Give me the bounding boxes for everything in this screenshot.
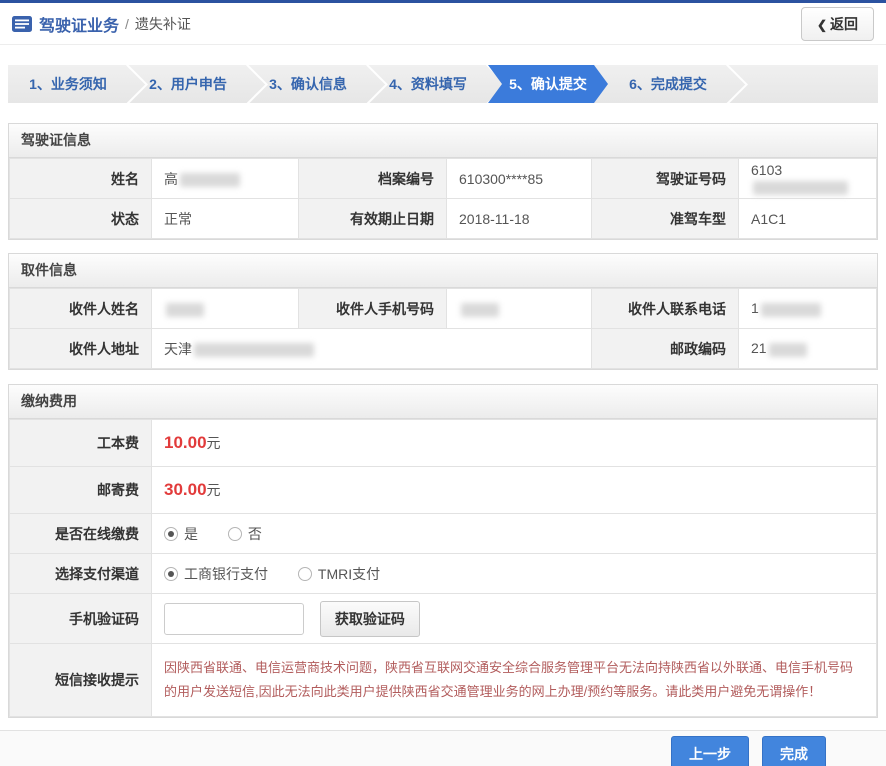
step-5-confirm-submit-active[interactable]: 5、确认提交 — [488, 65, 608, 103]
previous-step-button[interactable]: 上一步 — [671, 736, 749, 766]
table-row: 选择支付渠道 工商银行支付 TMRI支付 — [10, 554, 877, 594]
name-value: 高 — [152, 159, 299, 199]
status-value: 正常 — [152, 199, 299, 239]
pickup-section-title: 取件信息 — [9, 254, 877, 288]
license-section-title: 驾驶证信息 — [9, 124, 877, 158]
step-6-label: 6、完成提交 — [629, 74, 707, 94]
work-fee-unit: 元 — [207, 435, 221, 451]
work-fee-label: 工本费 — [10, 420, 152, 467]
step-1-label: 1、业务须知 — [29, 74, 107, 94]
table-row: 工本费 10.00元 — [10, 420, 877, 467]
address-value: 天津 — [152, 329, 592, 369]
name-label: 姓名 — [10, 159, 152, 199]
zip-value: 21 — [739, 329, 877, 369]
sms-notice-text: 因陕西省联通、电信运营商技术问题，陕西省互联网交通安全综合服务管理平台无法向持陕… — [164, 644, 876, 716]
step-4-label: 4、资料填写 — [389, 74, 467, 94]
vehicle-label: 准驾车型 — [592, 199, 739, 239]
mobile-label: 收件人手机号码 — [299, 289, 447, 329]
vehicle-value: A1C1 — [739, 199, 877, 239]
online-yes-label: 是 — [184, 526, 198, 542]
step-2-label: 2、用户申告 — [149, 74, 227, 94]
mail-fee-label: 邮寄费 — [10, 467, 152, 514]
pay-channel-label: 选择支付渠道 — [10, 554, 152, 594]
mail-fee-value: 30.00元 — [152, 467, 877, 514]
license-info-section: 驾驶证信息 姓名 高 档案编号 610300****85 驾驶证号码 6103 … — [8, 123, 878, 240]
icbc-pay-radio[interactable] — [164, 567, 178, 581]
phone-label: 收件人联系电话 — [592, 289, 739, 329]
step-6-complete[interactable]: 6、完成提交 — [608, 65, 728, 103]
step-1-notice[interactable]: 1、业务须知 — [8, 65, 128, 103]
license-no-label: 驾驶证号码 — [592, 159, 739, 199]
captcha-cell: 获取验证码 — [152, 594, 877, 644]
table-row: 收件人地址 天津 邮政编码 21 — [10, 329, 877, 369]
back-button[interactable]: ❮返回 — [801, 7, 874, 41]
pay-channel-options: 工商银行支付 TMRI支付 — [152, 554, 877, 594]
breadcrumb-current: 遗失补证 — [135, 14, 191, 34]
mail-fee-unit: 元 — [207, 482, 221, 498]
redacted-phone — [761, 303, 821, 317]
back-button-label: 返回 — [830, 16, 858, 32]
recipient-label: 收件人姓名 — [10, 289, 152, 329]
fees-section: 缴纳费用 工本费 10.00元 邮寄费 30.00元 是否在线缴费 是 否 选择… — [8, 384, 878, 718]
online-no-radio[interactable] — [228, 527, 242, 541]
address-label: 收件人地址 — [10, 329, 152, 369]
file-no-label: 档案编号 — [299, 159, 447, 199]
icbc-pay-label: 工商银行支付 — [184, 566, 268, 582]
pickup-info-section: 取件信息 收件人姓名 收件人手机号码 收件人联系电话 1 收件人地址 天津 邮政… — [8, 253, 878, 370]
step-bar-filler — [728, 65, 878, 103]
table-row: 收件人姓名 收件人手机号码 收件人联系电话 1 — [10, 289, 877, 329]
zip-label: 邮政编码 — [592, 329, 739, 369]
fees-section-title: 缴纳费用 — [9, 385, 877, 419]
redacted-name — [180, 173, 240, 187]
expiry-label: 有效期止日期 — [299, 199, 447, 239]
redacted-address — [194, 343, 314, 357]
sms-notice-cell: 因陕西省联通、电信运营商技术问题，陕西省互联网交通安全综合服务管理平台无法向持陕… — [152, 644, 877, 717]
captcha-input[interactable] — [164, 603, 304, 635]
expiry-value: 2018-11-18 — [447, 199, 592, 239]
mobile-value — [447, 289, 592, 329]
tmri-pay-label: TMRI支付 — [318, 566, 380, 582]
footer-action-bar: 上一步 完成 — [0, 730, 886, 766]
work-fee-value: 10.00元 — [152, 420, 877, 467]
pickup-info-table: 收件人姓名 收件人手机号码 收件人联系电话 1 收件人地址 天津 邮政编码 21 — [9, 288, 877, 369]
license-no-value: 6103 — [739, 159, 877, 199]
online-no-label: 否 — [248, 526, 262, 542]
table-row: 邮寄费 30.00元 — [10, 467, 877, 514]
status-label: 状态 — [10, 199, 152, 239]
table-row: 姓名 高 档案编号 610300****85 驾驶证号码 6103 — [10, 159, 877, 199]
tmri-pay-radio[interactable] — [298, 567, 312, 581]
page-title: 驾驶证业务 — [39, 12, 119, 36]
work-fee-amount: 10.00 — [164, 433, 207, 452]
table-row: 短信接收提示 因陕西省联通、电信运营商技术问题，陕西省互联网交通安全综合服务管理… — [10, 644, 877, 717]
fees-table: 工本费 10.00元 邮寄费 30.00元 是否在线缴费 是 否 选择支付渠道 … — [9, 419, 877, 717]
step-5-label: 5、确认提交 — [509, 74, 587, 94]
table-row: 状态 正常 有效期止日期 2018-11-18 准驾车型 A1C1 — [10, 199, 877, 239]
redacted-zip — [769, 343, 807, 357]
online-yes-radio[interactable] — [164, 527, 178, 541]
step-progress-bar: 1、业务须知 2、用户申告 3、确认信息 4、资料填写 5、确认提交 6、完成提… — [8, 65, 878, 103]
license-info-table: 姓名 高 档案编号 610300****85 驾驶证号码 6103 状态 正常 … — [9, 158, 877, 239]
captcha-label: 手机验证码 — [10, 594, 152, 644]
file-no-value: 610300****85 — [447, 159, 592, 199]
step-3-label: 3、确认信息 — [269, 74, 347, 94]
back-chevron-icon: ❮ — [817, 18, 827, 32]
table-row: 手机验证码 获取验证码 — [10, 594, 877, 644]
redacted-recipient — [166, 303, 204, 317]
online-pay-label: 是否在线缴费 — [10, 514, 152, 554]
license-list-icon — [12, 16, 32, 32]
phone-value: 1 — [739, 289, 877, 329]
page-header: 驾驶证业务 / 遗失补证 ❮返回 — [0, 3, 886, 45]
redacted-mobile — [461, 303, 499, 317]
online-pay-options: 是 否 — [152, 514, 877, 554]
finish-button[interactable]: 完成 — [762, 736, 826, 766]
mail-fee-amount: 30.00 — [164, 480, 207, 499]
breadcrumb-divider: / — [125, 16, 129, 32]
recipient-value — [152, 289, 299, 329]
sms-notice-label: 短信接收提示 — [10, 644, 152, 717]
get-captcha-button[interactable]: 获取验证码 — [320, 601, 420, 637]
table-row: 是否在线缴费 是 否 — [10, 514, 877, 554]
redacted-license-no — [753, 181, 848, 195]
